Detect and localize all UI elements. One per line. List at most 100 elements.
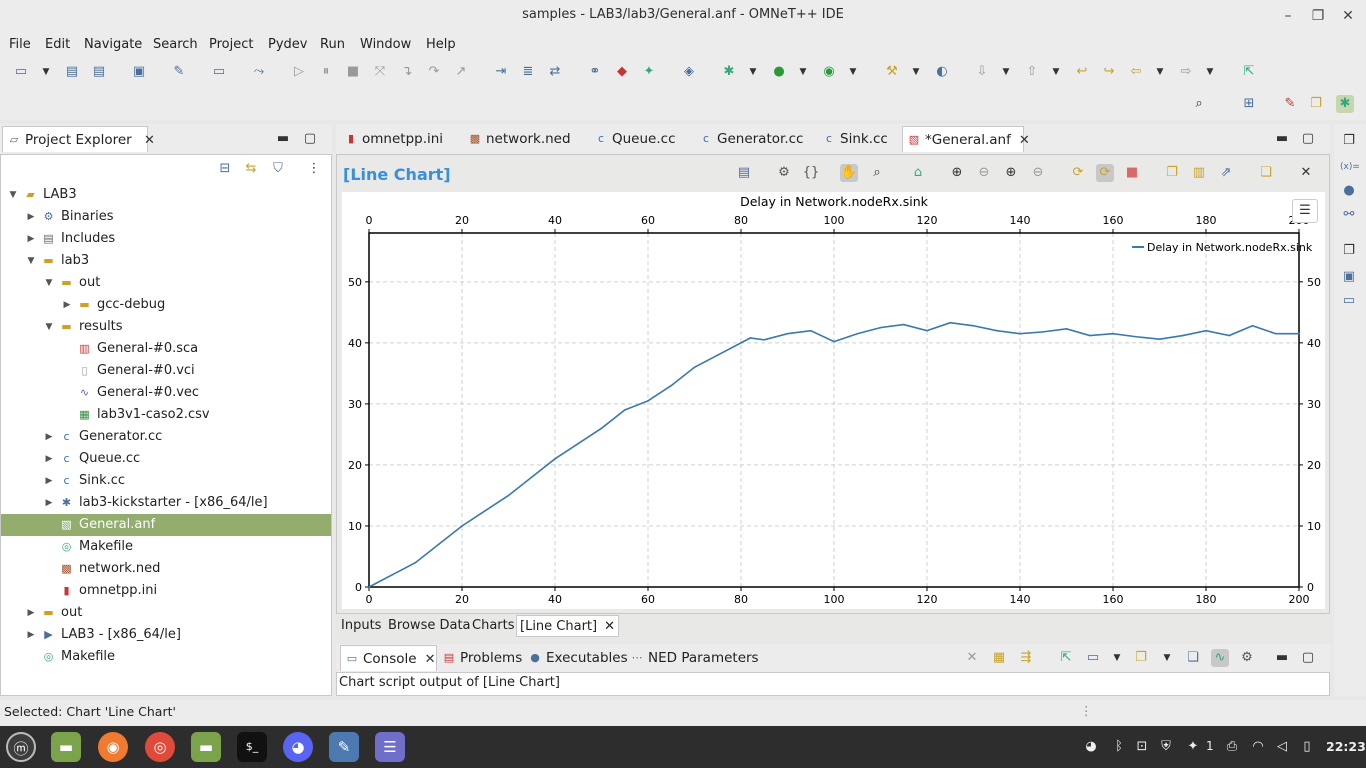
collapsed-arrow-icon[interactable]: ▶ bbox=[43, 492, 55, 514]
chart-editor-tab[interactable]: Browse Data bbox=[385, 615, 474, 637]
disconnect-icon[interactable]: ⤧ bbox=[371, 63, 389, 81]
new-dropdown-icon[interactable]: ▼ bbox=[41, 63, 51, 81]
data-point[interactable] bbox=[1274, 332, 1277, 335]
export-chart-icon[interactable]: ⇗ bbox=[1217, 164, 1235, 182]
editor-tab[interactable]: c Queue.cc bbox=[590, 126, 689, 152]
resource-perspective-icon[interactable]: ❐ bbox=[1307, 95, 1325, 113]
pan-hand-icon[interactable]: ✋ bbox=[840, 164, 858, 182]
tree-item[interactable]: ◎ Makefile bbox=[1, 646, 331, 668]
data-point[interactable] bbox=[716, 354, 719, 356]
tab-project-explorer[interactable]: ▱ Project Explorer ✕ bbox=[2, 126, 155, 152]
properties-icon[interactable]: ▭ bbox=[1340, 292, 1358, 310]
collapsed-arrow-icon[interactable]: ▶ bbox=[43, 470, 55, 492]
editor-tab[interactable]: c Generator.cc bbox=[695, 126, 812, 152]
data-point[interactable] bbox=[391, 573, 394, 576]
console-tab[interactable]: ▭ Console ✕ bbox=[340, 645, 437, 671]
chart-editor-tab[interactable]: Inputs bbox=[338, 615, 384, 637]
copy-image-icon[interactable]: ❐ bbox=[1163, 164, 1181, 182]
console-clear-icon[interactable]: ✕ bbox=[963, 649, 981, 667]
forward-icon[interactable]: ⇨ bbox=[1177, 63, 1195, 81]
suspend-icon[interactable]: ⏸ bbox=[317, 63, 335, 81]
discord-tray-icon[interactable]: ◕ bbox=[1082, 738, 1100, 756]
forward-edit-icon[interactable]: ↪ bbox=[1100, 63, 1118, 81]
shield-icon[interactable]: ⛨ bbox=[1157, 738, 1175, 756]
data-point[interactable] bbox=[530, 476, 533, 478]
chart-editor-tab[interactable]: Charts bbox=[469, 615, 518, 637]
breakpoints-icon[interactable]: ● bbox=[1340, 182, 1358, 200]
expanded-arrow-icon[interactable]: ▼ bbox=[25, 250, 37, 272]
editor-tab[interactable]: ▮ omnetpp.ini bbox=[340, 126, 458, 152]
menu-search[interactable]: Search bbox=[153, 37, 198, 52]
tree-item[interactable]: ▼ ▬ results bbox=[1, 316, 331, 338]
tree-item[interactable]: ◎ Makefile bbox=[1, 536, 331, 558]
save-icon[interactable]: ▤ bbox=[63, 63, 81, 81]
chrome-icon[interactable]: ◎ bbox=[145, 732, 175, 762]
wifi-icon[interactable]: ◠ bbox=[1249, 738, 1267, 756]
data-point[interactable] bbox=[833, 340, 835, 343]
tree-item[interactable]: ▮ omnetpp.ini bbox=[1, 580, 331, 602]
console-new-dropdown-icon[interactable]: ▼ bbox=[1162, 649, 1172, 667]
data-point[interactable] bbox=[740, 342, 742, 344]
minimize-view-icon[interactable]: ▬ bbox=[274, 130, 292, 148]
data-point[interactable] bbox=[693, 366, 696, 369]
breakpoint-icon[interactable]: ◆ bbox=[613, 63, 631, 81]
search-icon[interactable]: ⌕ bbox=[1190, 95, 1208, 113]
menu-run[interactable]: Run bbox=[320, 37, 345, 52]
omnetpp-icon[interactable]: ✎ bbox=[329, 732, 359, 762]
tree-item[interactable]: ∿ General-#0.vec bbox=[1, 382, 331, 404]
menu-edit[interactable]: Edit bbox=[45, 37, 70, 52]
console-maximize-icon[interactable]: ▢ bbox=[1299, 649, 1317, 667]
outline-icon[interactable]: ▣ bbox=[1340, 268, 1358, 286]
save-chart-icon[interactable]: ▤ bbox=[735, 164, 753, 182]
close-window-button[interactable]: ✕ bbox=[1338, 7, 1358, 25]
close-chart-icon[interactable]: ✕ bbox=[1297, 164, 1315, 182]
tree-item[interactable]: ▼ ▰ LAB3 bbox=[1, 184, 331, 206]
data-point[interactable] bbox=[1135, 335, 1138, 338]
tree-item[interactable]: ▼ ▬ lab3 bbox=[1, 250, 331, 272]
profile-icon[interactable]: ◈ bbox=[680, 63, 698, 81]
data-point[interactable] bbox=[368, 586, 370, 588]
text-editor-icon[interactable]: ☰ bbox=[375, 732, 405, 762]
tree-item[interactable]: ▩ network.ned bbox=[1, 558, 331, 580]
console-pin-icon[interactable]: ⇱ bbox=[1057, 649, 1075, 667]
expanded-arrow-icon[interactable]: ▼ bbox=[43, 316, 55, 338]
coverage-icon[interactable]: ◉ bbox=[820, 63, 838, 81]
gear-icon[interactable]: ⚙ bbox=[775, 164, 793, 182]
collapsed-arrow-icon[interactable]: ▶ bbox=[43, 448, 55, 470]
collapsed-arrow-icon[interactable]: ▶ bbox=[25, 624, 37, 646]
forward-dropdown-icon[interactable]: ▼ bbox=[1205, 63, 1215, 81]
console-new-icon[interactable]: ❐ bbox=[1132, 649, 1150, 667]
console-tab[interactable]: ▤ Problems bbox=[438, 645, 522, 671]
close-icon[interactable]: ✕ bbox=[1019, 128, 1030, 154]
menu-project[interactable]: Project bbox=[209, 37, 253, 52]
data-point[interactable] bbox=[507, 494, 510, 497]
tree-item[interactable]: ▦ lab3v1-caso2.csv bbox=[1, 404, 331, 426]
editor-maximize-icon[interactable]: ▢ bbox=[1299, 130, 1317, 148]
tree-item[interactable]: ▶ ⚙ Binaries bbox=[1, 206, 331, 228]
expressions-icon[interactable]: ⚯ bbox=[1340, 206, 1358, 224]
chart-editor-tab[interactable]: [Line Chart] ✕ bbox=[516, 615, 619, 637]
data-point[interactable] bbox=[763, 339, 766, 341]
menu-window[interactable]: Window bbox=[360, 37, 411, 52]
tree-item[interactable]: ▶ c Sink.cc bbox=[1, 470, 331, 492]
discord-icon[interactable]: ◕ bbox=[283, 732, 313, 762]
back-dropdown-icon[interactable]: ▼ bbox=[1155, 63, 1165, 81]
zoom-in-icon[interactable]: ⊕ bbox=[948, 164, 966, 182]
data-point[interactable] bbox=[926, 329, 928, 332]
copy-icon[interactable]: ❏ bbox=[1257, 164, 1275, 182]
data-point[interactable] bbox=[437, 543, 440, 546]
editor-tab[interactable]: ▧ *General.anf ✕ bbox=[902, 126, 1030, 152]
console-tab[interactable]: ⋯ NED Parameters bbox=[626, 645, 759, 671]
data-point[interactable] bbox=[1228, 334, 1231, 337]
last-edit-icon[interactable]: ↩ bbox=[1073, 63, 1091, 81]
menu-pydev[interactable]: Pydev bbox=[268, 37, 307, 52]
terminal-icon[interactable]: ▭ bbox=[210, 63, 228, 81]
data-point[interactable] bbox=[949, 321, 952, 324]
line-chart[interactable]: 0020204040606080801001001201201401401601… bbox=[342, 192, 1325, 609]
terminate-icon[interactable]: ■ bbox=[344, 63, 362, 81]
tree-item[interactable]: ▶ c Generator.cc bbox=[1, 426, 331, 448]
data-point[interactable] bbox=[1205, 329, 1207, 332]
collapsed-arrow-icon[interactable]: ▶ bbox=[25, 602, 37, 624]
data-point[interactable] bbox=[1065, 328, 1068, 330]
editor-minimize-icon[interactable]: ▬ bbox=[1273, 130, 1291, 148]
